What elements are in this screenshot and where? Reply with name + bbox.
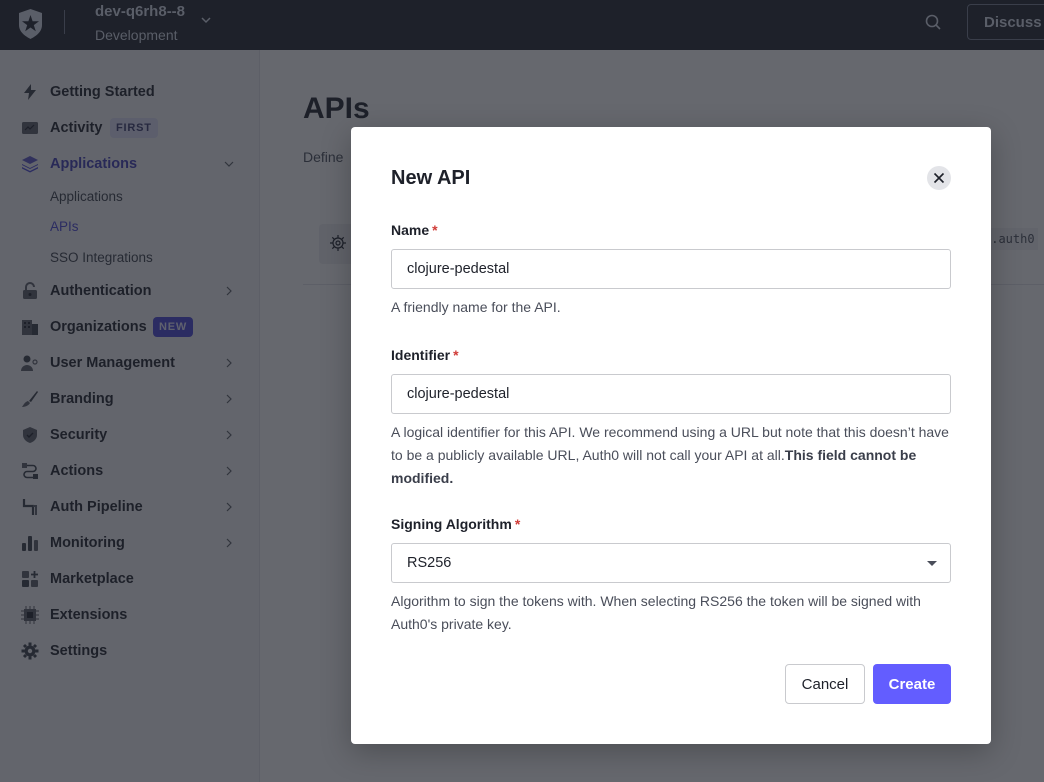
required-marker: * <box>453 347 459 363</box>
new-api-dialog: New API Name* A friendly name for the AP… <box>351 127 991 744</box>
required-marker: * <box>514 516 521 532</box>
close-icon <box>933 172 945 184</box>
close-button[interactable] <box>927 166 951 190</box>
dialog-title: New API <box>391 167 471 189</box>
identifier-label-text: Identifier <box>391 347 451 363</box>
signing-algorithm-label-text: Signing Algorithm <box>391 516 512 532</box>
name-help-text: A friendly name for the API. <box>391 299 561 315</box>
name-label-text: Name <box>391 222 430 238</box>
identifier-input[interactable] <box>391 374 951 414</box>
identifier-help-text: A logical identifier for this API. We re… <box>391 421 956 490</box>
cancel-button[interactable]: Cancel <box>785 664 865 704</box>
selected-value: RS256 <box>407 555 452 571</box>
name-input[interactable] <box>391 249 951 289</box>
name-label: Name * <box>391 222 438 238</box>
required-marker: * <box>432 222 438 238</box>
header-backdrop <box>0 0 1044 50</box>
identifier-label: Identifier * <box>391 347 459 363</box>
caret-down-icon <box>927 561 937 566</box>
signing-algorithm-help-text: Algorithm to sign the tokens with. When … <box>391 593 921 632</box>
create-button[interactable]: Create <box>873 664 951 704</box>
signing-algorithm-label: Signing Algorithm * <box>391 516 520 532</box>
signing-algorithm-select[interactable]: RS256 <box>391 543 951 583</box>
